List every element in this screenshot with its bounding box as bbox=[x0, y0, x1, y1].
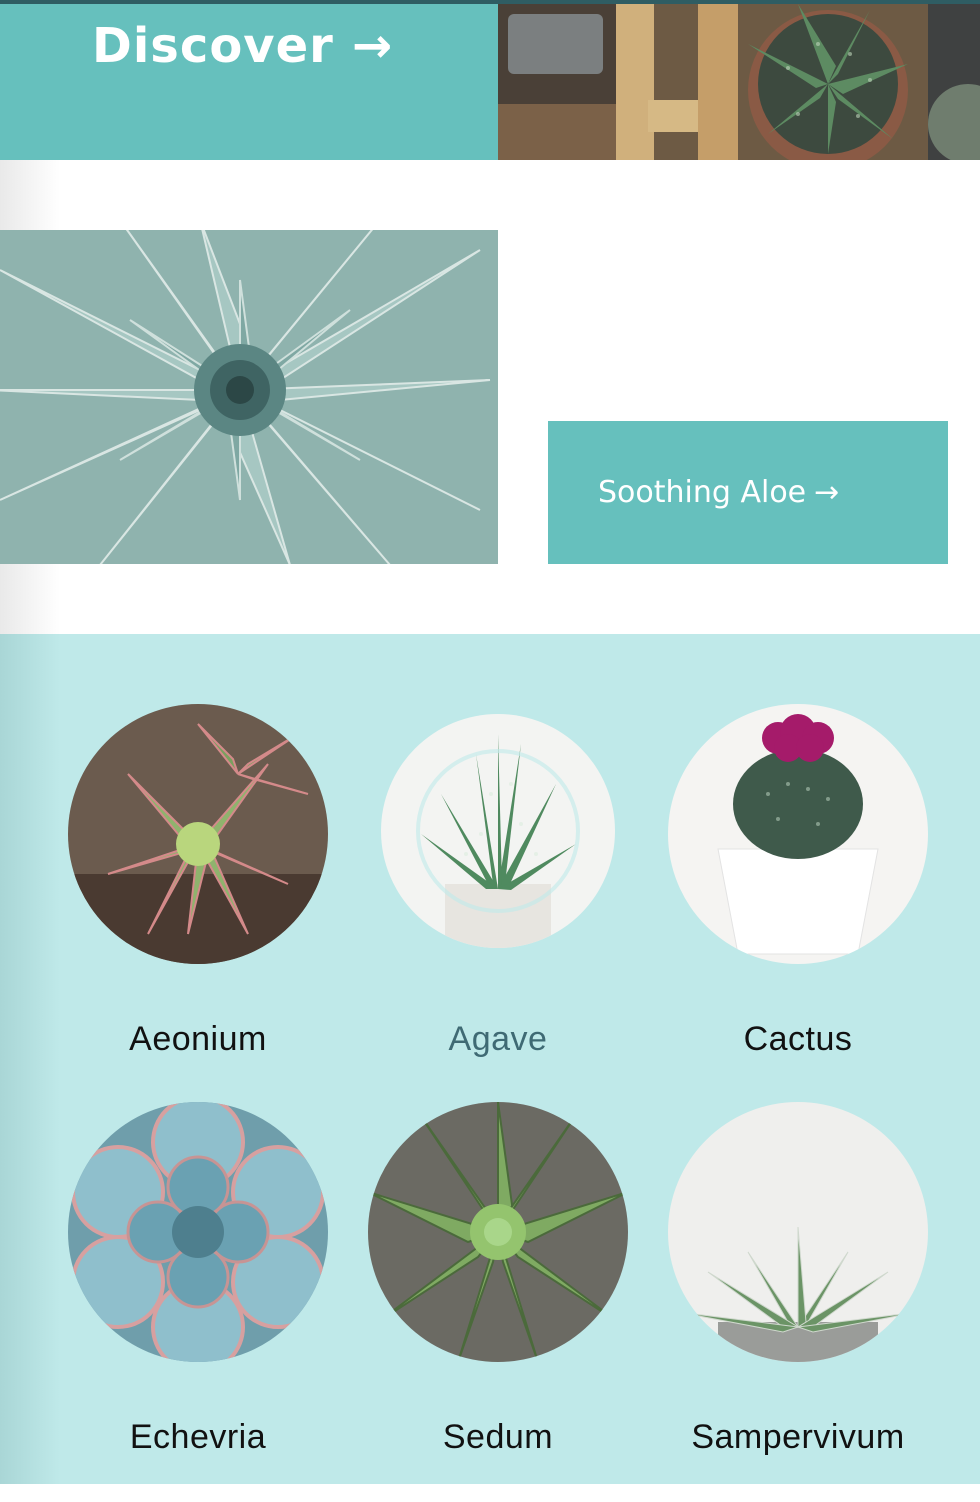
discover-link[interactable]: Discover → bbox=[0, 4, 498, 160]
sedum-photo bbox=[368, 1102, 628, 1362]
plant-label: Aeonium bbox=[129, 1020, 267, 1058]
feature-row: Soothing Aloe → bbox=[0, 160, 980, 634]
plant-label: Sampervivum bbox=[691, 1418, 905, 1456]
arrow-right-icon: → bbox=[814, 475, 840, 510]
plant-label: Cactus bbox=[743, 1020, 853, 1058]
agave-photo bbox=[0, 230, 498, 564]
cactus-photo bbox=[668, 704, 928, 964]
agave-photo bbox=[381, 714, 615, 948]
sampervivum-photo bbox=[668, 1102, 928, 1362]
plant-label: Echevria bbox=[129, 1418, 267, 1456]
plant-card-aeonium[interactable]: Aeonium bbox=[48, 704, 348, 1104]
plant-label: Sedum bbox=[442, 1418, 554, 1456]
hero-row: Discover → bbox=[0, 4, 980, 160]
echevria-photo bbox=[68, 1102, 328, 1362]
plant-card-agave[interactable]: Agave bbox=[348, 704, 648, 1104]
plant-catalog: Aeonium Agave Cactus Echevria Sedum Samp… bbox=[0, 634, 980, 1484]
hero-photo bbox=[498, 4, 980, 160]
aeonium-photo bbox=[68, 704, 328, 964]
plant-card-sampervivum[interactable]: Sampervivum bbox=[648, 1102, 948, 1502]
plant-card-echevria[interactable]: Echevria bbox=[48, 1102, 348, 1502]
soothing-aloe-button[interactable]: Soothing Aloe → bbox=[548, 421, 948, 564]
discover-label: Discover → bbox=[92, 18, 394, 74]
plant-label: Agave bbox=[448, 1020, 548, 1058]
arrow-right-icon: → bbox=[351, 18, 394, 74]
plant-card-cactus[interactable]: Cactus bbox=[648, 704, 948, 1104]
plant-card-sedum[interactable]: Sedum bbox=[348, 1102, 648, 1502]
cta-label: Soothing Aloe → bbox=[598, 475, 840, 510]
